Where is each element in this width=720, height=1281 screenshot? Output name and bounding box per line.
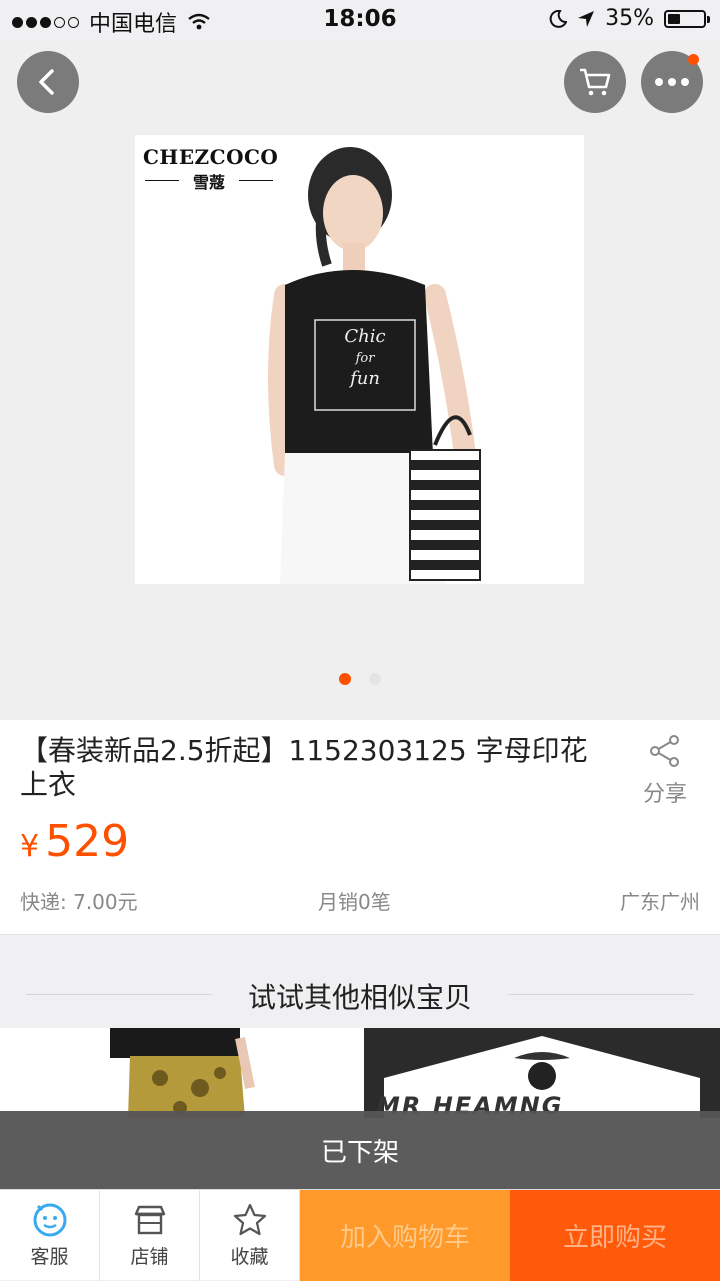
shirt-print-line-1: Chic	[344, 326, 386, 347]
share-icon	[650, 735, 679, 767]
more-button[interactable]	[641, 51, 703, 113]
status-right: 35%	[549, 6, 710, 31]
product-gallery[interactable]: CHEZCOCO 雪蔻 Chic for fun	[0, 40, 720, 720]
similar-heading: 试试其他相似宝贝	[247, 981, 472, 1014]
share-button[interactable]: 分享	[636, 734, 694, 808]
status-bar: 中国电信 18:06 35%	[0, 0, 720, 40]
notification-dot	[688, 54, 699, 65]
chevron-left-icon	[39, 69, 54, 95]
location-arrow-icon	[578, 10, 595, 27]
ship-location: 广东广州	[620, 890, 700, 914]
gallery-indicator-dot	[339, 673, 351, 685]
similar-product-1[interactable]	[0, 1028, 356, 1118]
add-to-cart-button[interactable]: 加入购物车	[300, 1190, 510, 1281]
similar-products: MR HEAMNG	[0, 1028, 720, 1118]
moon-icon	[549, 9, 568, 28]
price: ¥ 529	[20, 816, 129, 867]
shop-label: 店铺	[130, 1246, 169, 1268]
buy-now-button[interactable]: 立即购买	[510, 1190, 720, 1281]
product-title: 【春装新品2.5折起】1152303125 字母印花上衣	[20, 734, 588, 801]
divider-right	[508, 994, 694, 995]
shirt-print-line-3: fun	[350, 368, 380, 389]
similar-section-header: 试试其他相似宝贝	[0, 962, 720, 1028]
shipping-fee: 快递: 7.00元	[20, 890, 138, 914]
more-icon	[655, 78, 689, 86]
shop-icon	[134, 1205, 165, 1235]
customer-service-button[interactable]: 客服	[0, 1190, 100, 1281]
product-image[interactable]: CHEZCOCO 雪蔻 Chic for fun	[135, 135, 584, 584]
share-label: 分享	[642, 782, 687, 807]
similar-product-1-image	[110, 1028, 255, 1118]
price-currency: ¥	[20, 829, 40, 864]
monthly-sales: 月销0笔	[318, 890, 391, 914]
customer-service-label: 客服	[30, 1246, 69, 1268]
battery-percent: 35%	[605, 6, 654, 31]
product-info: 【春装新品2.5折起】1152303125 字母印花上衣 分享 ¥ 529 快递…	[0, 720, 720, 935]
delisted-banner: 已下架	[0, 1111, 720, 1189]
shirt-print: Chic for fun	[317, 327, 413, 389]
cart-button[interactable]	[564, 51, 626, 113]
favorite-button[interactable]: 收藏	[200, 1190, 300, 1281]
bottom-action-bar: 客服 店铺 收藏 加入购物车 立即购买	[0, 1189, 720, 1281]
star-icon	[233, 1203, 266, 1236]
favorite-label: 收藏	[230, 1246, 269, 1268]
gallery-indicators	[0, 673, 720, 685]
cart-icon	[580, 68, 611, 96]
similar-product-2[interactable]: MR HEAMNG	[364, 1028, 720, 1118]
back-button[interactable]	[17, 51, 79, 113]
customer-service-icon	[33, 1203, 66, 1237]
shirt-print-line-2: for	[355, 351, 375, 366]
battery-icon	[664, 9, 710, 28]
shop-button[interactable]: 店铺	[100, 1190, 200, 1281]
price-value: 529	[45, 816, 130, 867]
gallery-indicator-dot	[369, 673, 381, 685]
